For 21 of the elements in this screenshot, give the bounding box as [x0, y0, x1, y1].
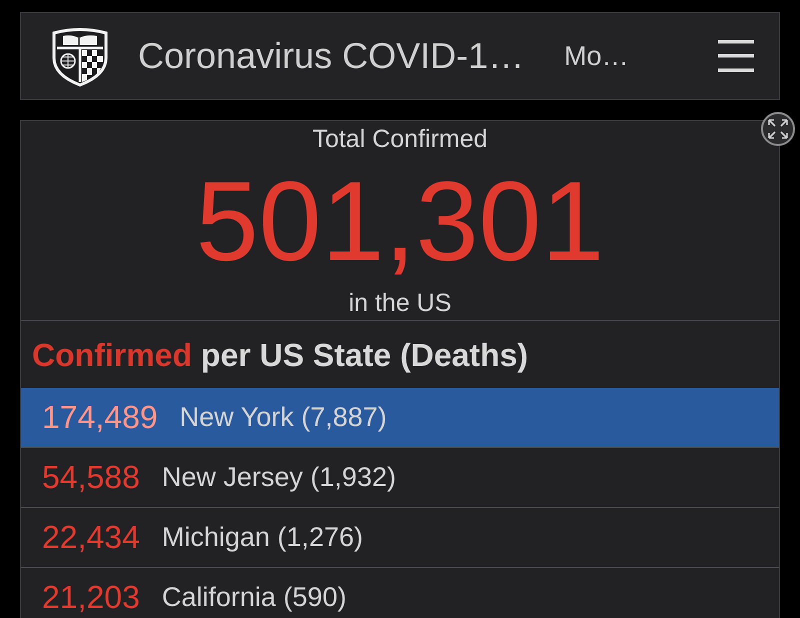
page-title: Coronavirus COVID-1… [138, 35, 524, 77]
state-name: New Jersey (1,932) [162, 462, 396, 493]
menu-icon[interactable] [718, 40, 754, 72]
state-name: New York (7,887) [180, 402, 387, 433]
state-row[interactable]: 54,588 New Jersey (1,932) [21, 448, 779, 508]
state-row[interactable]: 22,434 Michigan (1,276) [21, 508, 779, 568]
total-label: Total Confirmed [312, 124, 488, 155]
confirmed-count: 22,434 [42, 519, 140, 556]
more-link[interactable]: Mo… [564, 40, 629, 72]
confirmed-count: 174,489 [42, 399, 158, 436]
confirmed-count: 54,588 [42, 459, 140, 496]
state-name: California (590) [162, 582, 346, 613]
expand-arrows-icon [768, 119, 788, 139]
state-row[interactable]: 21,203 California (590) [21, 568, 779, 618]
shield-logo-icon [51, 25, 109, 87]
scope-label: in the US [348, 288, 452, 319]
expand-button[interactable] [761, 112, 795, 146]
state-row[interactable]: 174,489 New York (7,887) [21, 388, 779, 448]
confirmed-count: 21,203 [42, 579, 140, 616]
total-count: 501,301 [196, 157, 604, 286]
state-name: Michigan (1,276) [162, 522, 363, 553]
